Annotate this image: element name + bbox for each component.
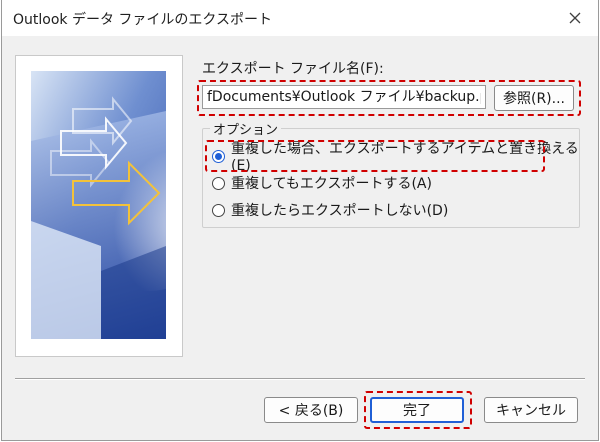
back-button[interactable]: < 戻る(B) [264, 397, 358, 423]
close-button[interactable] [562, 5, 588, 31]
highlight-finish-button [364, 391, 472, 429]
radio-skip-duplicates[interactable] [212, 203, 225, 217]
option-allow-duplicates-label: 重複してもエクスポートする(A) [231, 176, 432, 192]
option-skip-duplicates[interactable]: 重複したらエクスポートしない(D) [212, 200, 448, 220]
close-icon [569, 12, 581, 24]
export-wizard-illustration [31, 71, 166, 339]
highlight-filename-row [197, 80, 581, 116]
wizard-illustration-panel [15, 55, 183, 357]
radio-allow-duplicates[interactable] [212, 176, 225, 190]
option-skip-duplicates-label: 重複したらエクスポートしない(D) [231, 203, 449, 219]
cancel-button[interactable]: キャンセル [484, 397, 578, 423]
export-dialog: Outlook データ ファイルのエクスポート エクスポート ファイル名(F):… [1, 0, 599, 441]
export-filename-label: エクスポート ファイル名(F): [202, 61, 384, 77]
options-legend: オプション [210, 119, 282, 138]
window-title: Outlook データ ファイルのエクスポート [13, 12, 272, 28]
footer-separator [15, 378, 585, 380]
title-bar: Outlook データ ファイルのエクスポート [2, 0, 598, 36]
highlight-replace-option [205, 140, 545, 172]
option-allow-duplicates[interactable]: 重複してもエクスポートする(A) [212, 173, 432, 193]
